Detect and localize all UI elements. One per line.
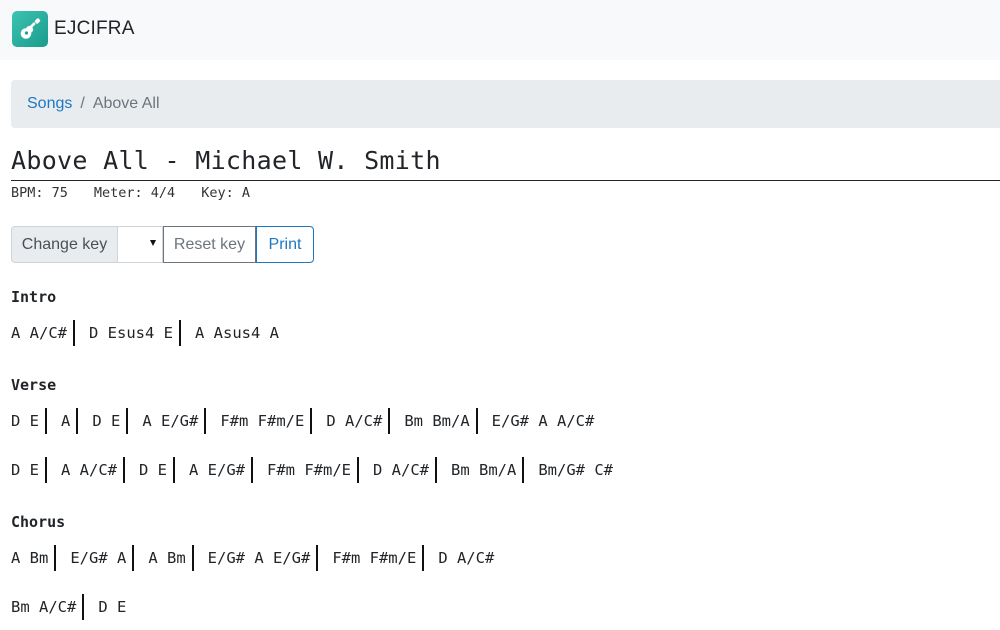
chord-measure: D A/C# — [373, 457, 437, 483]
chord-measure: Bm Bm/A — [404, 408, 478, 434]
chord-measure: E/G# A — [70, 545, 135, 571]
brand-name: EJCIFRA — [54, 18, 135, 39]
chord-measure: D E — [139, 457, 175, 483]
chord-measure: A A/C# — [61, 457, 125, 483]
key-select[interactable] — [118, 226, 163, 263]
chord-measure: A A/C# — [11, 320, 75, 346]
chord-measure: F#m F#m/E — [332, 545, 425, 571]
chord-line: Bm A/C# D E — [11, 594, 146, 620]
chord-measure: F#m F#m/E — [267, 457, 359, 483]
bpm-value: BPM: 75 — [11, 185, 68, 201]
chord-measure: A E/G# — [189, 457, 253, 483]
chord-measure: D E — [11, 408, 47, 434]
chord-line: D E A A/C# D E A E/G# F#m F#m/E D A/C# Bm Bm/A… — [11, 457, 633, 483]
guitar-icon — [12, 11, 48, 47]
breadcrumb-current: Above All — [92, 95, 160, 112]
breadcrumb: Songs / Above All — [11, 80, 1000, 128]
song-meta: BPM: 75 Meter: 4/4 Key: A — [11, 185, 276, 201]
change-key-label: Change key — [11, 226, 118, 263]
brand-link[interactable]: EJCIFRA — [12, 11, 135, 47]
chord-line: D E A D E A E/G# F#m F#m/E D A/C# Bm Bm/A E/G# … — [11, 408, 614, 434]
chord-measure: Bm/G# C# — [538, 461, 613, 479]
chord-measure: E/G# A E/G# — [208, 545, 319, 571]
chord-measure: D A/C# — [438, 549, 495, 567]
section-title-verse: Verse — [11, 376, 57, 394]
key-controls: Change key Reset key Print — [11, 226, 314, 263]
meter-value: Meter: 4/4 — [93, 185, 176, 201]
chord-measure: D E — [98, 598, 127, 616]
key-value: Key: A — [201, 185, 250, 201]
chord-measure: Bm A/C# — [11, 594, 85, 620]
chord-measure: A Bm — [11, 545, 57, 571]
breadcrumb-separator: / — [80, 95, 85, 112]
reset-key-button[interactable]: Reset key — [163, 226, 256, 263]
chord-measure: F#m F#m/E — [220, 408, 313, 434]
caret-down-icon — [150, 240, 156, 246]
chord-measure: A Asus4 A — [195, 324, 279, 342]
chord-measure: D E — [11, 457, 47, 483]
chord-measure: D Esus4 E — [89, 320, 181, 346]
navbar: EJCIFRA — [0, 0, 1000, 60]
chord-measure: D E — [92, 408, 129, 434]
title-divider — [11, 180, 1000, 181]
print-button[interactable]: Print — [256, 226, 314, 263]
chord-measure: A E/G# — [142, 408, 207, 434]
chord-measure: Bm Bm/A — [451, 457, 525, 483]
chord-measure: E/G# A A/C# — [491, 412, 595, 430]
section-title-intro: Intro — [11, 288, 57, 306]
chord-measure: A Bm — [148, 545, 194, 571]
chord-line: A Bm E/G# A A Bm E/G# A E/G# F#m F#m/E D A/C# — [11, 545, 514, 571]
chord-line: A A/C# D Esus4 E A Asus4 A — [11, 320, 299, 346]
breadcrumb-songs-link[interactable]: Songs — [27, 95, 72, 113]
chord-measure: A — [61, 408, 79, 434]
section-title-chorus: Chorus — [11, 513, 66, 531]
chord-measure: D A/C# — [326, 408, 391, 434]
page-title: Above All - Michael W. Smith — [11, 146, 441, 175]
